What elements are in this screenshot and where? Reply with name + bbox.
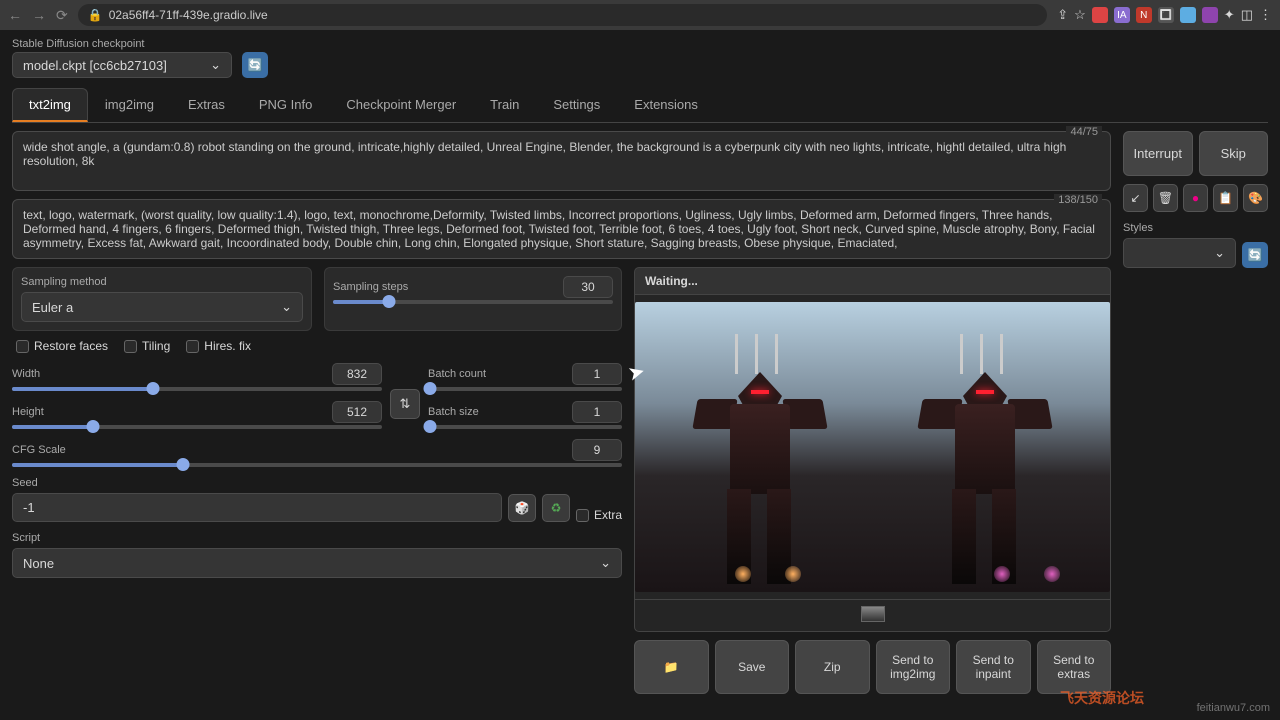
sampling-steps-slider[interactable] bbox=[333, 300, 613, 304]
batch-size-value[interactable]: 1 bbox=[572, 401, 622, 423]
neg-prompt-token-count: 138/150 bbox=[1054, 194, 1102, 206]
batch-count-slider[interactable] bbox=[428, 387, 622, 391]
prompt-text: wide shot angle, a (gundam:0.8) robot st… bbox=[23, 140, 1066, 168]
seed-label: Seed bbox=[12, 477, 622, 489]
thumbnail[interactable] bbox=[861, 606, 885, 622]
ext-icon[interactable] bbox=[1092, 7, 1108, 23]
back-icon[interactable]: ← bbox=[8, 7, 22, 23]
tab-extras[interactable]: Extras bbox=[171, 88, 242, 122]
watermark: 飞天资源论坛 bbox=[1060, 688, 1144, 708]
negative-prompt-textarea[interactable]: 138/150 text, logo, watermark, (worst qu… bbox=[12, 199, 1111, 259]
reload-icon[interactable]: ⟳ bbox=[56, 7, 68, 24]
ext-icon[interactable] bbox=[1180, 7, 1196, 23]
hires-fix-checkbox[interactable]: Hires. fix bbox=[186, 339, 251, 353]
script-dropdown[interactable]: None ⌄ bbox=[12, 548, 622, 578]
star-icon[interactable]: ☆ bbox=[1074, 7, 1086, 23]
share-icon[interactable]: ⇪ bbox=[1057, 7, 1068, 23]
tab-img2img[interactable]: img2img bbox=[88, 88, 171, 122]
restore-faces-checkbox[interactable]: Restore faces bbox=[16, 339, 108, 353]
styles-dropdown[interactable]: ⌄ bbox=[1123, 238, 1236, 268]
sidepanel-icon[interactable]: ◫ bbox=[1241, 7, 1253, 23]
arrow-icon-button[interactable]: ↙ bbox=[1123, 184, 1148, 212]
height-value[interactable]: 512 bbox=[332, 401, 382, 423]
checkpoint-label: Stable Diffusion checkpoint bbox=[12, 38, 232, 50]
checkpoint-value: model.ckpt [cc6cb27103] bbox=[23, 58, 167, 73]
height-slider[interactable] bbox=[12, 425, 382, 429]
watermark: feitianwu7.com bbox=[1197, 702, 1270, 714]
extension-icons: ⇪ ☆ IA N 🔳 ✦ ◫ ⋮ bbox=[1057, 7, 1272, 23]
tab-extensions[interactable]: Extensions bbox=[617, 88, 715, 122]
styles-label: Styles bbox=[1123, 222, 1236, 234]
prompt-token-count: 44/75 bbox=[1066, 126, 1102, 138]
sampling-steps-value[interactable]: 30 bbox=[563, 276, 613, 298]
width-value[interactable]: 832 bbox=[332, 363, 382, 385]
tab-settings[interactable]: Settings bbox=[536, 88, 617, 122]
sampling-method-value: Euler a bbox=[32, 300, 73, 315]
tab-train[interactable]: Train bbox=[473, 88, 536, 122]
chevron-down-icon: ⌄ bbox=[600, 555, 611, 571]
trash-icon-button[interactable]: 🗑 bbox=[1153, 184, 1178, 212]
script-value: None bbox=[23, 556, 54, 571]
ext-icon[interactable]: IA bbox=[1114, 7, 1130, 23]
batch-size-label: Batch size bbox=[428, 406, 479, 418]
zip-button[interactable]: Zip bbox=[795, 640, 870, 694]
skip-button[interactable]: Skip bbox=[1199, 131, 1269, 176]
checkpoint-dropdown[interactable]: model.ckpt [cc6cb27103] ⌄ bbox=[12, 52, 232, 78]
swap-dimensions-button[interactable]: ⇅ bbox=[390, 389, 420, 419]
height-label: Height bbox=[12, 406, 44, 418]
ext-icon[interactable]: N bbox=[1136, 7, 1152, 23]
send-inpaint-button[interactable]: Send to inpaint bbox=[956, 640, 1031, 694]
seed-input[interactable]: -1 bbox=[12, 493, 502, 522]
tab-pnginfo[interactable]: PNG Info bbox=[242, 88, 329, 122]
apply-style-button[interactable]: 🔄 bbox=[1242, 242, 1268, 268]
save-button[interactable]: Save bbox=[715, 640, 790, 694]
refresh-checkpoint-button[interactable]: 🔄 bbox=[242, 52, 268, 78]
chevron-down-icon: ⌄ bbox=[281, 299, 292, 315]
main-tabs: txt2img img2img Extras PNG Info Checkpoi… bbox=[12, 88, 1268, 123]
style-icon-button[interactable]: ● bbox=[1183, 184, 1208, 212]
script-label: Script bbox=[12, 532, 622, 544]
ext-icon[interactable]: 🔳 bbox=[1158, 7, 1174, 23]
url-text: 02a56ff4-71ff-439e.gradio.live bbox=[109, 8, 268, 22]
batch-count-label: Batch count bbox=[428, 368, 486, 380]
cfg-value[interactable]: 9 bbox=[572, 439, 622, 461]
forward-icon[interactable]: → bbox=[32, 7, 46, 23]
output-image[interactable]: ✕ bbox=[634, 295, 1111, 600]
send-extras-button[interactable]: Send to extras bbox=[1037, 640, 1112, 694]
random-seed-button[interactable]: 🎲 bbox=[508, 494, 536, 522]
extra-seed-checkbox[interactable]: Extra bbox=[576, 508, 622, 522]
extensions-icon[interactable]: ✦ bbox=[1224, 7, 1235, 23]
menu-icon[interactable]: ⋮ bbox=[1259, 7, 1272, 23]
prompt-textarea[interactable]: 44/75 wide shot angle, a (gundam:0.8) ro… bbox=[12, 131, 1111, 191]
sampling-method-label: Sampling method bbox=[21, 276, 303, 288]
chevron-down-icon: ⌄ bbox=[210, 57, 221, 73]
cfg-label: CFG Scale bbox=[12, 444, 66, 456]
output-status: Waiting... bbox=[634, 267, 1111, 295]
send-img2img-button[interactable]: Send to img2img bbox=[876, 640, 951, 694]
browser-toolbar: ← → ⟳ 🔒 02a56ff4-71ff-439e.gradio.live ⇪… bbox=[0, 0, 1280, 30]
width-slider[interactable] bbox=[12, 387, 382, 391]
batch-count-value[interactable]: 1 bbox=[572, 363, 622, 385]
tab-txt2img[interactable]: txt2img bbox=[12, 88, 88, 122]
interrupt-button[interactable]: Interrupt bbox=[1123, 131, 1193, 176]
open-folder-button[interactable]: 📁 bbox=[634, 640, 709, 694]
batch-size-slider[interactable] bbox=[428, 425, 622, 429]
url-bar[interactable]: 🔒 02a56ff4-71ff-439e.gradio.live bbox=[78, 4, 1048, 26]
reuse-seed-button[interactable]: ♻ bbox=[542, 494, 570, 522]
cfg-slider[interactable] bbox=[12, 463, 622, 467]
tab-checkpoint-merger[interactable]: Checkpoint Merger bbox=[329, 88, 473, 122]
paint-icon-button[interactable]: 🎨 bbox=[1243, 184, 1268, 212]
sampling-steps-label: Sampling steps bbox=[333, 281, 408, 293]
width-label: Width bbox=[12, 368, 40, 380]
neg-prompt-text: text, logo, watermark, (worst quality, l… bbox=[23, 208, 1095, 250]
chevron-down-icon: ⌄ bbox=[1214, 245, 1225, 261]
tiling-checkbox[interactable]: Tiling bbox=[124, 339, 170, 353]
sampling-method-dropdown[interactable]: Euler a ⌄ bbox=[21, 292, 303, 322]
clipboard-icon-button[interactable]: 📋 bbox=[1213, 184, 1238, 212]
thumbnail-strip bbox=[634, 600, 1111, 632]
ext-icon[interactable] bbox=[1202, 7, 1218, 23]
